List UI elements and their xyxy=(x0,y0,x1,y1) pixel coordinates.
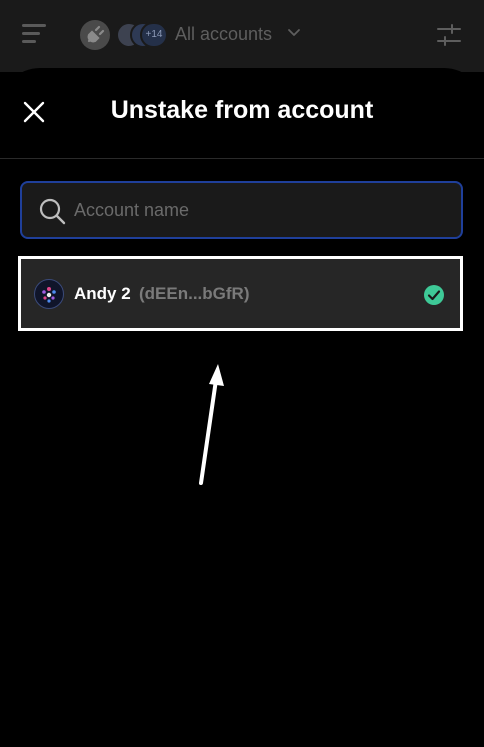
menu-icon[interactable] xyxy=(22,24,46,44)
check-icon xyxy=(424,285,444,305)
search-icon xyxy=(39,198,66,225)
avatar-overflow-count: +14 xyxy=(140,22,168,48)
account-avatar-icon xyxy=(34,279,64,309)
plug-icon xyxy=(80,20,110,50)
divider xyxy=(0,158,484,159)
account-address: (dEEn...bGfR) xyxy=(139,284,250,303)
chevron-down-icon[interactable] xyxy=(287,28,301,38)
account-avatar-stack[interactable]: +14 xyxy=(116,22,168,48)
filter-icon[interactable] xyxy=(436,22,462,48)
sheet-title: Unstake from account xyxy=(110,96,374,124)
unstake-sheet: Unstake from account Andy 2 (dEEn...bGfR… xyxy=(0,68,484,747)
account-name: Andy 2 xyxy=(74,284,131,303)
account-list-item[interactable]: Andy 2 (dEEn...bGfR) xyxy=(18,256,463,331)
top-bar: +14 All accounts xyxy=(0,0,484,72)
search-input[interactable] xyxy=(74,183,444,237)
search-field[interactable] xyxy=(20,181,463,239)
accounts-selector-label[interactable]: All accounts xyxy=(175,24,272,45)
